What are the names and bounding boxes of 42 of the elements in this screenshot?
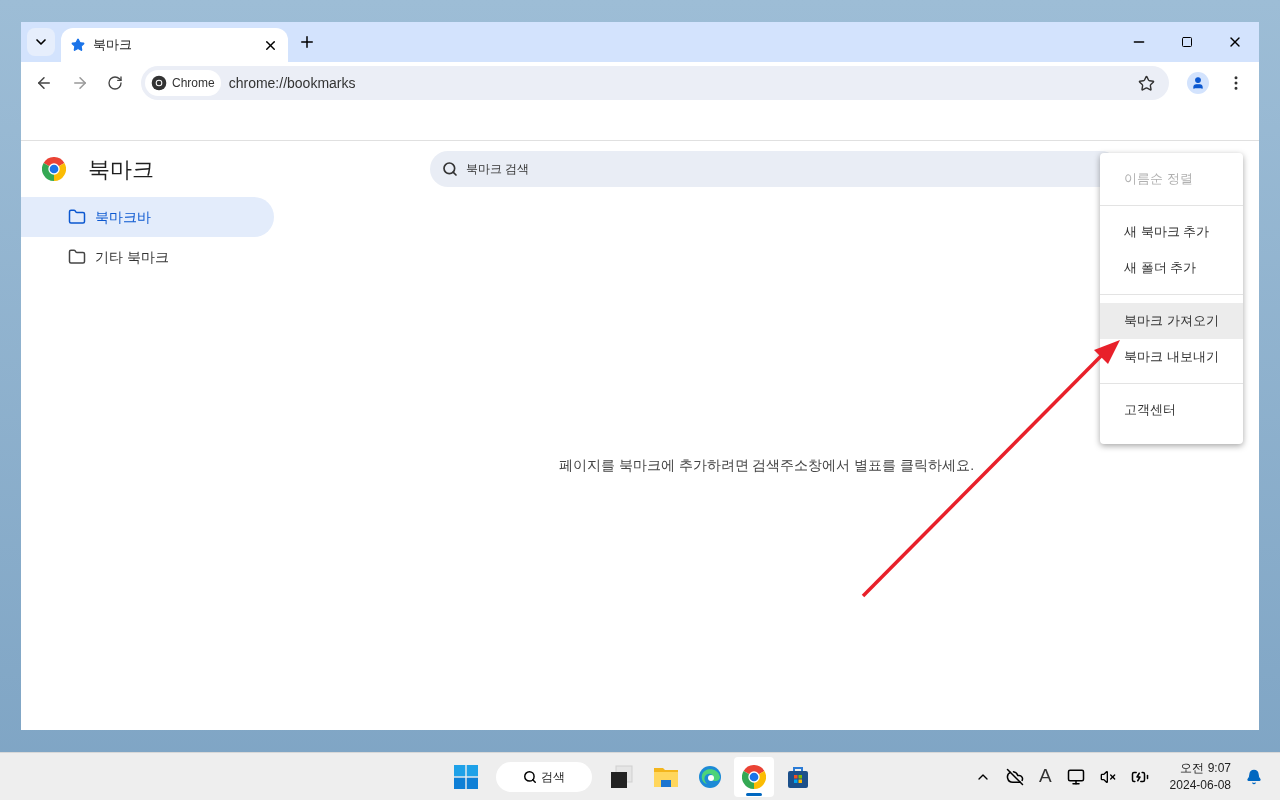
active-indicator bbox=[746, 792, 762, 796]
windows-logo-icon bbox=[454, 764, 478, 789]
address-bar[interactable]: Chrome chrome://bookmarks bbox=[141, 66, 1169, 100]
menu-item[interactable]: 새 폴더 추가 bbox=[1100, 250, 1243, 286]
cloud-off-icon[interactable] bbox=[1005, 767, 1024, 786]
shopping-bag-icon bbox=[786, 764, 810, 789]
back-icon[interactable] bbox=[35, 74, 53, 92]
menu-item[interactable]: 북마크 내보내기 bbox=[1100, 339, 1243, 375]
site-chip[interactable]: Chrome bbox=[145, 70, 221, 96]
chrome-logo-icon bbox=[42, 157, 66, 181]
star-icon bbox=[71, 38, 85, 52]
tab-search-button[interactable] bbox=[27, 28, 55, 56]
maximize-icon[interactable] bbox=[1181, 36, 1193, 48]
sidebar-item[interactable]: 북마크바 bbox=[21, 197, 274, 237]
notification-bell-icon[interactable] bbox=[1246, 768, 1262, 785]
bookmark-star-icon[interactable] bbox=[1138, 74, 1155, 92]
folder-icon bbox=[68, 208, 86, 226]
page-title: 북마크 bbox=[88, 155, 154, 184]
menu-item[interactable]: 고객센터 bbox=[1100, 392, 1243, 428]
url-text: chrome://bookmarks bbox=[228, 73, 357, 93]
taskbar-search[interactable]: 검색 bbox=[496, 761, 592, 792]
tab-title: 북마크 bbox=[93, 36, 133, 55]
empty-message: 페이지를 북마크에 추가하려면 검색주소창에서 별표를 클릭하세요. bbox=[558, 457, 975, 473]
reload-icon[interactable] bbox=[107, 75, 123, 91]
browser-tab[interactable]: 북마크 bbox=[61, 28, 288, 62]
forward-icon[interactable] bbox=[71, 74, 89, 92]
menu-item[interactable]: 북마크 가져오기 bbox=[1100, 303, 1243, 339]
search-icon bbox=[523, 769, 537, 784]
wave-circle-icon bbox=[698, 764, 722, 789]
chrome-logo-icon bbox=[151, 75, 167, 91]
volume-muted-icon[interactable] bbox=[1099, 768, 1116, 785]
monitor-icon[interactable] bbox=[1066, 767, 1085, 786]
sidebar-item[interactable]: 기타 북마크 bbox=[21, 237, 274, 277]
menu-item[interactable]: 새 북마크 추가 bbox=[1100, 214, 1243, 250]
folder-icon bbox=[68, 248, 86, 266]
task-view-icon bbox=[610, 764, 634, 789]
new-tab-icon[interactable] bbox=[298, 33, 316, 51]
chrome-logo-icon bbox=[742, 764, 766, 789]
clock[interactable]: 오전 9:07 2024-06-08 bbox=[1169, 759, 1231, 794]
profile-avatar[interactable] bbox=[1187, 72, 1209, 94]
search-icon bbox=[442, 161, 458, 177]
input-indicator[interactable]: A bbox=[1038, 762, 1052, 791]
